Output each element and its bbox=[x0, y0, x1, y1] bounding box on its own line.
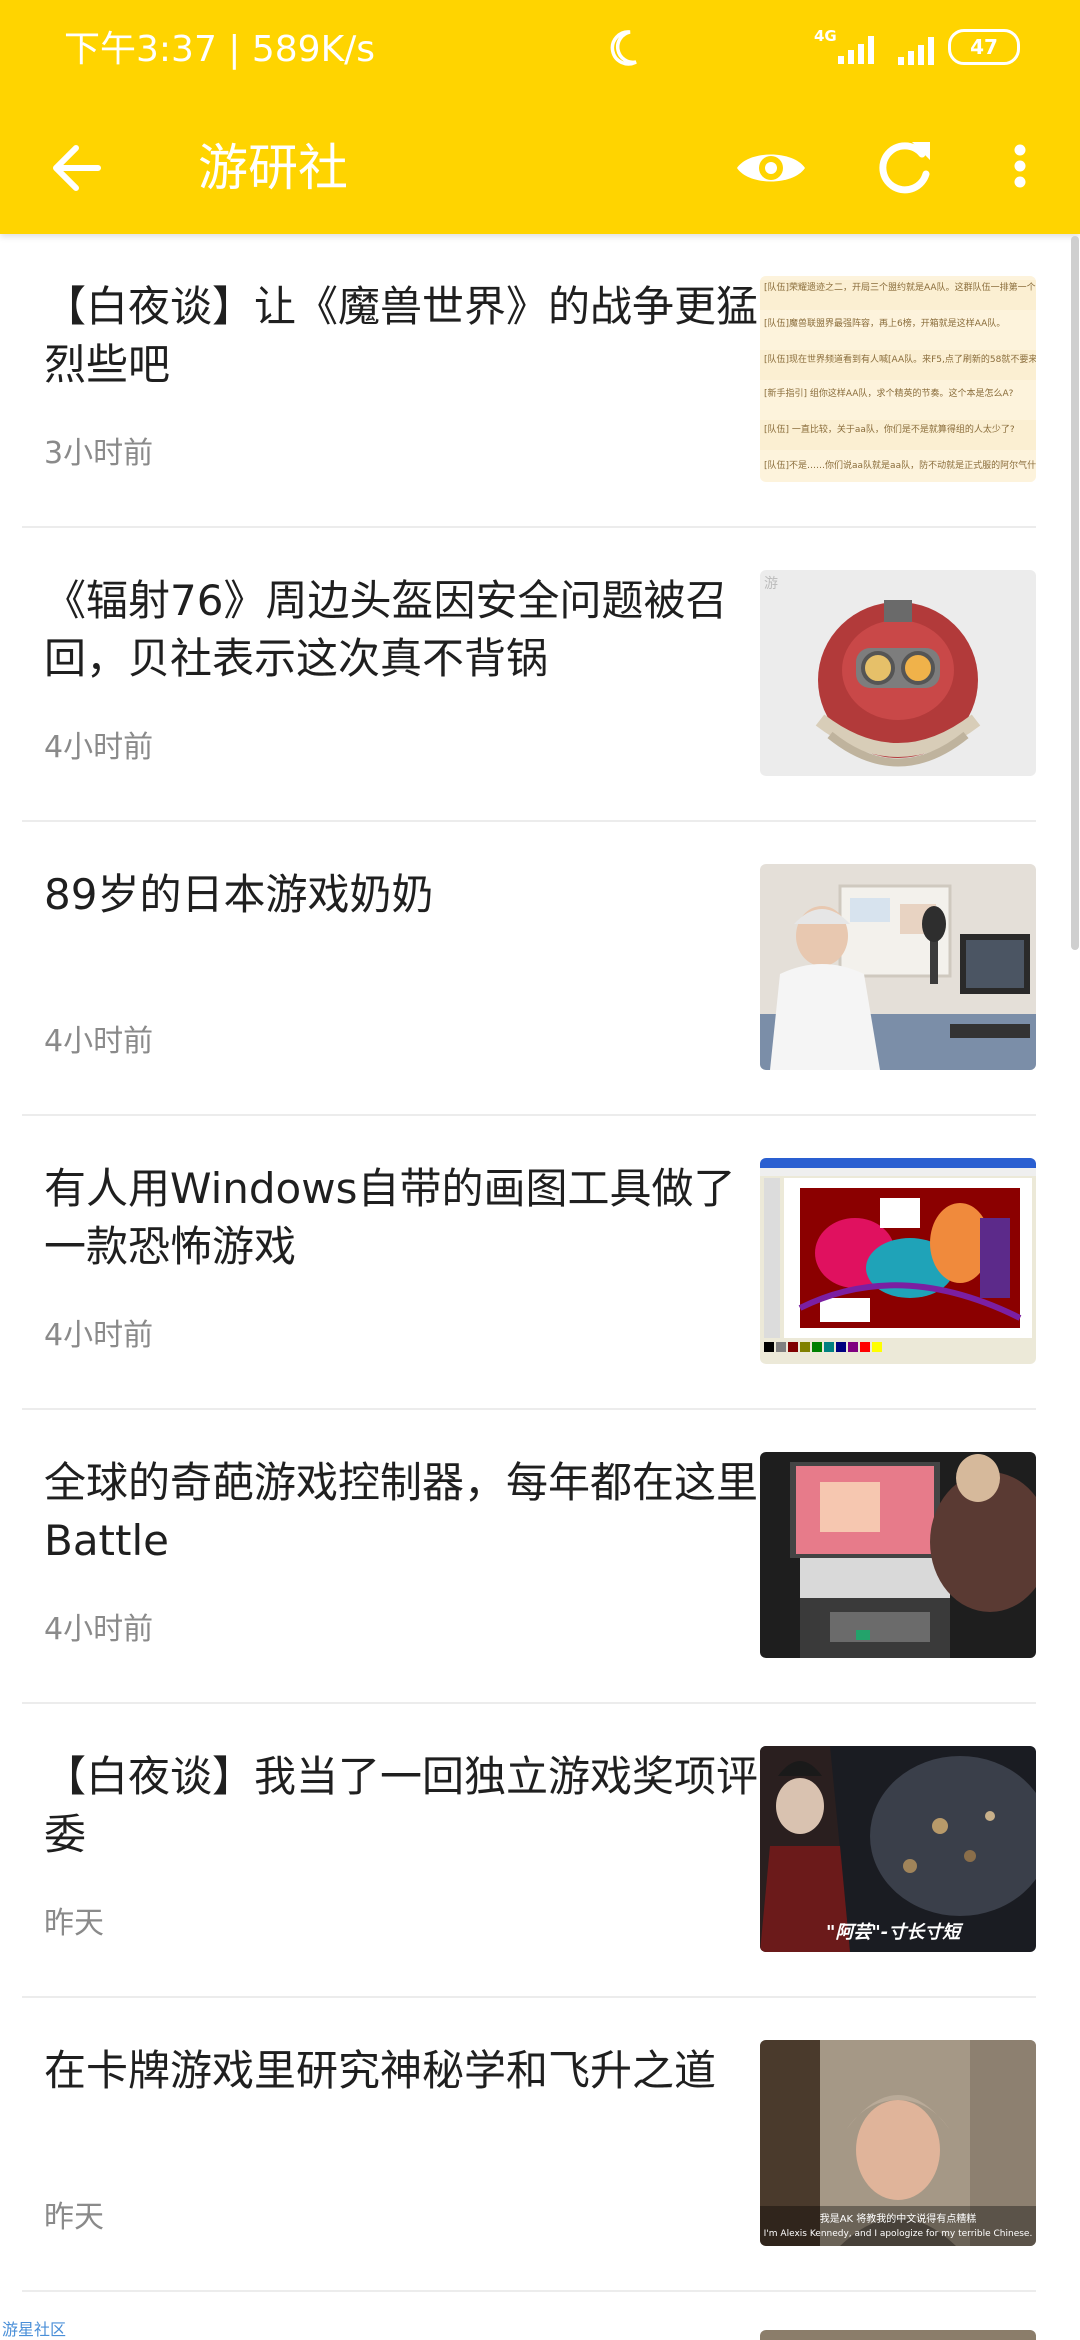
article-thumbnail-partial bbox=[760, 2330, 1036, 2340]
app-header: 下午3:37 | 589K/s 4G 47 游研社 bbox=[0, 0, 1080, 234]
wow-chat-line: [队伍]魔兽联盟界最强阵容，再上6榜，开箱就是这样AA队。 bbox=[764, 319, 1006, 329]
article-time: 昨天 bbox=[44, 1906, 104, 1941]
status-icons: 4G 47 bbox=[610, 28, 1020, 66]
scrollbar[interactable] bbox=[1071, 236, 1079, 950]
article-thumbnail: [队伍]荣耀遗迹之二，开局三个盟约就是AA队。这群队伍一排第一个一个把 [队伍]… bbox=[760, 276, 1036, 482]
refresh-icon[interactable] bbox=[868, 128, 940, 204]
wow-chat-line: [队伍]不是……你们说aa队就是aa队，防不动就是正式服的阿尔气什么是 bbox=[764, 461, 1036, 471]
article-item[interactable]: 全球的奇葩游戏控制器，每年都在这里Battle 4小时前 bbox=[22, 1410, 1036, 1704]
article-time: 4小时前 bbox=[44, 730, 154, 765]
article-thumbnail: 游 bbox=[760, 570, 1036, 776]
back-arrow-icon[interactable] bbox=[40, 130, 116, 206]
thumbnail-caption-cn: 我是AK 将教我的中文说得有点糟糕 bbox=[819, 2214, 977, 2225]
toolbar: 游研社 bbox=[0, 100, 1080, 234]
article-time: 4小时前 bbox=[44, 1024, 154, 1059]
article-item[interactable]: 【白夜谈】我当了一回独立游戏奖项评委 昨天 "阿芸"-寸长寸短 bbox=[22, 1704, 1036, 1998]
article-title: 有人用Windows自带的画图工具做了一款恐怖游戏 bbox=[44, 1164, 736, 1271]
article-title: 在卡牌游戏里研究神秘学和飞升之道 bbox=[44, 2046, 717, 2095]
article-title: 《辐射76》周边头盔因安全问题被召回，贝社表示这次真不背锅 bbox=[44, 576, 728, 683]
article-time: 3小时前 bbox=[44, 436, 154, 471]
article-title: 全球的奇葩游戏控制器，每年都在这里Battle bbox=[44, 1458, 759, 1565]
article-item[interactable]: 《辐射76》周边头盔因安全问题被召回，贝社表示这次真不背锅 4小时前 游 bbox=[22, 528, 1036, 822]
article-thumbnail: 我是AK 将教我的中文说得有点糟糕 I'm Alexis Kennedy, an… bbox=[760, 2040, 1036, 2246]
eye-icon[interactable] bbox=[735, 130, 807, 206]
article-thumbnail bbox=[760, 864, 1036, 1070]
thumbnail-caption-en: I'm Alexis Kennedy, and I apologize for … bbox=[763, 2229, 1033, 2239]
article-title: 【白夜谈】让《魔兽世界》的战争更猛烈些吧 bbox=[44, 282, 759, 389]
signal-4g-icon: 4G bbox=[814, 28, 884, 66]
article-thumbnail bbox=[760, 1452, 1036, 1658]
article-time: 昨天 bbox=[44, 2200, 104, 2235]
svg-text:游: 游 bbox=[764, 576, 778, 592]
article-thumbnail bbox=[760, 1158, 1036, 1364]
status-time-speed: 下午3:37 | 589K/s bbox=[64, 29, 376, 70]
article-feed: 【白夜谈】让《魔兽世界》的战争更猛烈些吧 3小时前 [队伍]荣耀遗迹之二，开局三… bbox=[0, 234, 1080, 2340]
wow-chat-line: [新手指引] 组你这样AA队，求个精英的节奏。这个本是怎么A? bbox=[764, 389, 1014, 399]
article-time: 4小时前 bbox=[44, 1318, 154, 1353]
article-item[interactable]: 有人用Windows自带的画图工具做了一款恐怖游戏 4小时前 bbox=[22, 1116, 1036, 1410]
moon-icon bbox=[606, 28, 640, 72]
thumbnail-caption: "阿芸"-寸长寸短 bbox=[826, 1922, 961, 1943]
article-item[interactable]: 89岁的日本游戏奶奶 4小时前 bbox=[22, 822, 1036, 1116]
signal-bars-icon bbox=[898, 35, 934, 65]
page-title: 游研社 bbox=[198, 139, 348, 197]
status-bar: 下午3:37 | 589K/s 4G 47 bbox=[0, 0, 1080, 100]
wow-chat-line: [队伍] 一直比较，关于aa队，你们是不是就算得组的人太少了? bbox=[764, 425, 1015, 435]
article-time: 4小时前 bbox=[44, 1612, 154, 1647]
article-item[interactable]: 在卡牌游戏里研究神秘学和飞升之道 昨天 我是AK 将教我的中文说得有点糟糕 I'… bbox=[22, 1998, 1036, 2292]
watermark-text: 游星社区 bbox=[2, 2320, 67, 2339]
more-vert-icon[interactable] bbox=[1000, 128, 1040, 204]
article-title: 【白夜谈】我当了一回独立游戏奖项评委 bbox=[44, 1752, 759, 1859]
wow-chat-line: [队伍]现在世界频道看到有人喊[AA队。来F5,点了刷新的58就不要来了 bbox=[764, 355, 1036, 365]
article-item[interactable]: 【白夜谈】让《魔兽世界》的战争更猛烈些吧 3小时前 [队伍]荣耀遗迹之二，开局三… bbox=[22, 234, 1036, 528]
battery-icon: 47 bbox=[948, 29, 1020, 65]
article-thumbnail: "阿芸"-寸长寸短 bbox=[760, 1746, 1036, 1952]
article-title: 89岁的日本游戏奶奶 bbox=[44, 870, 434, 919]
wow-chat-line: [队伍]荣耀遗迹之二，开局三个盟约就是AA队。这群队伍一排第一个一个把 bbox=[764, 283, 1036, 293]
